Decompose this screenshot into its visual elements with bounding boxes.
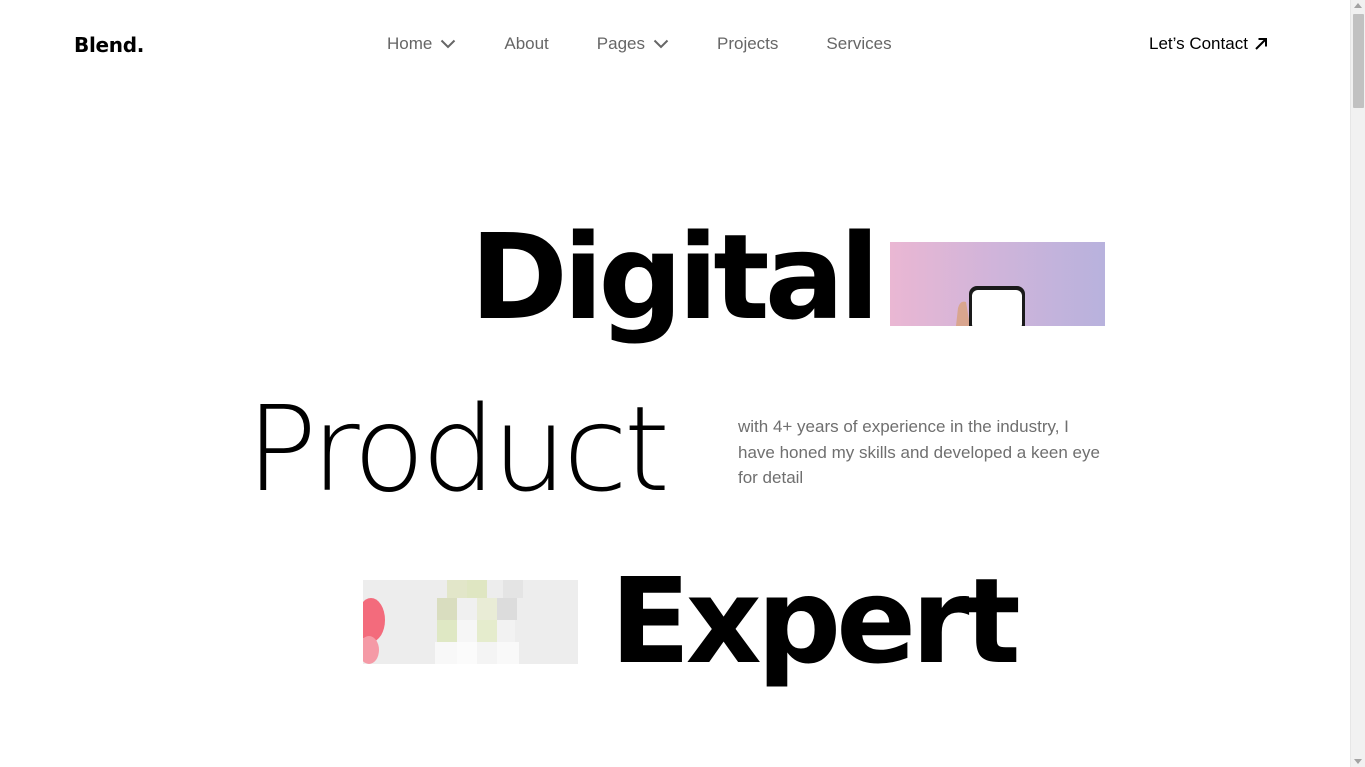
scroll-down-arrow-icon[interactable] [1354, 759, 1362, 764]
nav-item-label: About [504, 34, 549, 53]
hero-word-expert: Expert [610, 552, 1021, 690]
nav-item-about[interactable]: About [504, 34, 548, 54]
nav-item-label: Home [387, 34, 433, 53]
chevron-down-icon [653, 39, 669, 49]
phone-in-hand-image [890, 242, 1105, 326]
contact-button[interactable]: Let’s Contact [1149, 34, 1268, 54]
scrollbar-thumb[interactable] [1353, 14, 1364, 108]
nav-item-home[interactable]: Home [387, 34, 456, 54]
nav-item-pages[interactable]: Pages [597, 34, 669, 54]
nav-item-projects[interactable]: Projects [717, 34, 778, 54]
nav-item-services[interactable]: Services [826, 34, 891, 54]
nav-item-label: Projects [717, 34, 779, 53]
nav-item-label: Services [826, 34, 892, 53]
contact-label: Let’s Contact [1149, 34, 1248, 53]
chevron-down-icon [440, 39, 456, 49]
hero-word-product: Product [246, 380, 670, 518]
site-logo[interactable]: Blend. [74, 33, 144, 57]
arrow-up-right-icon [1254, 37, 1268, 51]
hero-description: with 4+ years of experience in the indus… [738, 417, 1100, 487]
stacked-cubes-image [363, 580, 578, 664]
main-nav: Home About Pages Projects Services [387, 34, 892, 54]
hero-word-digital: Digital [470, 208, 880, 346]
page-scrollbar[interactable] [1350, 0, 1365, 767]
scroll-up-arrow-icon[interactable] [1354, 3, 1362, 8]
nav-item-label: Pages [596, 34, 645, 53]
